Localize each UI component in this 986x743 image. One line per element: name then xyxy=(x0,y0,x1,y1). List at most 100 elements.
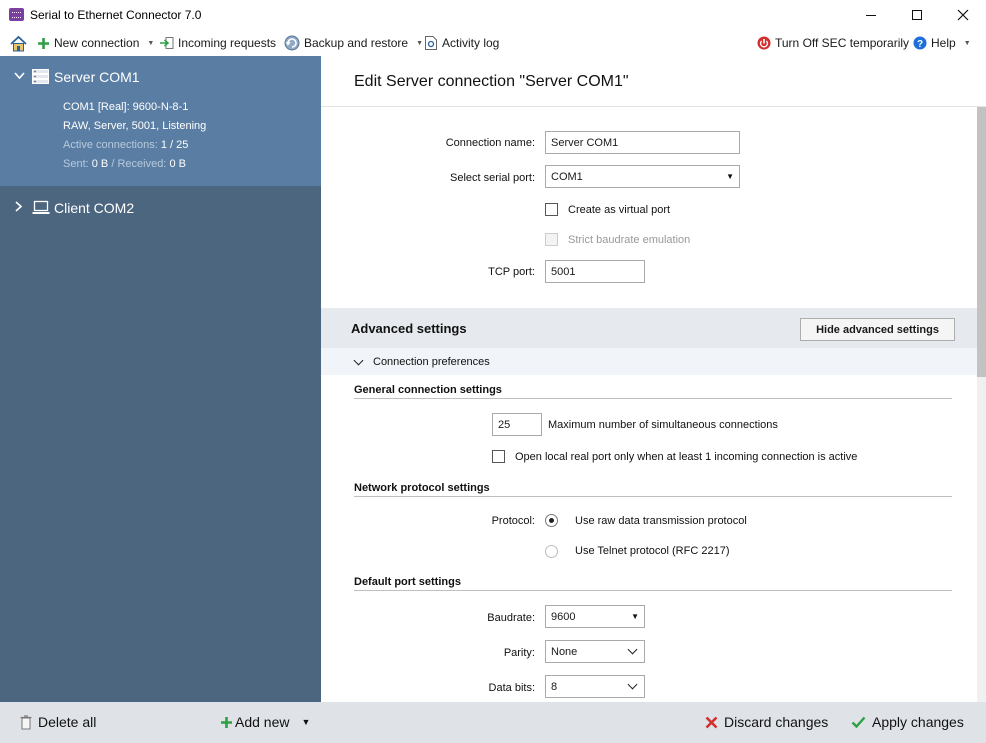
trash-icon xyxy=(20,714,32,729)
incoming-requests-button[interactable]: Incoming requests xyxy=(159,34,276,52)
incoming-requests-label: Incoming requests xyxy=(178,36,277,50)
baudrate-select[interactable]: 9600 ▼ xyxy=(545,605,645,628)
max-connections-field[interactable]: 25 xyxy=(492,413,542,436)
scrollbar-thumb[interactable] xyxy=(977,107,986,377)
traffic-stats: Sent: 0 B / Received: 0 B xyxy=(63,158,186,170)
chevron-down-icon[interactable]: ▼ xyxy=(416,40,423,47)
hide-advanced-settings-button[interactable]: Hide advanced settings xyxy=(800,318,955,341)
open-local-port-label: Open local real port only when at least … xyxy=(515,451,858,463)
server-icon xyxy=(32,69,49,84)
chevron-down-icon[interactable] xyxy=(14,72,25,80)
maximize-icon xyxy=(912,10,922,20)
chevron-right-icon[interactable] xyxy=(15,201,23,212)
home-icon xyxy=(10,35,27,51)
serial-port-label: Select serial port: xyxy=(450,172,535,184)
databits-value: 8 xyxy=(551,680,558,693)
title-bar: Serial to Ethernet Connector 7.0 xyxy=(0,0,986,30)
bottom-action-bar: Discard changes Apply changes xyxy=(321,702,986,743)
active-connections-label: Active connections: xyxy=(63,139,158,151)
baudrate-label: Baudrate: xyxy=(487,612,535,624)
sidebar-item-client-com2[interactable]: Client COM2 xyxy=(0,186,321,228)
add-new-label: Add new xyxy=(235,714,290,730)
active-connections: Active connections: 1 / 25 xyxy=(63,139,188,151)
power-off-icon xyxy=(757,36,771,50)
chevron-down-icon[interactable]: ▼ xyxy=(301,717,310,727)
parity-select[interactable]: None xyxy=(545,640,645,663)
plus-icon xyxy=(38,37,49,49)
activity-log-button[interactable]: Activity log xyxy=(424,34,499,52)
protocol-label: Protocol: xyxy=(491,515,535,527)
advanced-settings-title: Advanced settings xyxy=(351,321,467,336)
connection-name-field[interactable]: Server COM1 xyxy=(545,131,740,154)
svg-text:?: ? xyxy=(917,39,923,50)
chevron-down-icon xyxy=(627,679,638,690)
main-panel: Edit Server connection "Server COM1" Con… xyxy=(321,56,986,702)
serial-port-select[interactable]: COM1 ▼ xyxy=(545,165,740,188)
port-line: COM1 [Real]: 9600-N-8-1 xyxy=(63,101,189,113)
apply-changes-button[interactable]: Apply changes xyxy=(851,714,964,730)
x-icon xyxy=(705,716,718,728)
default-port-heading: Default port settings xyxy=(354,576,461,588)
open-local-port-checkbox[interactable] xyxy=(492,450,505,463)
tcp-port-field[interactable]: 5001 xyxy=(545,260,645,283)
help-label: Help xyxy=(931,36,956,50)
discard-changes-button[interactable]: Discard changes xyxy=(705,714,828,730)
close-icon xyxy=(957,9,969,21)
virtual-port-checkbox[interactable] xyxy=(545,203,558,216)
divider xyxy=(321,106,986,107)
active-connections-value: 1 / 25 xyxy=(160,139,189,151)
apply-changes-label: Apply changes xyxy=(872,714,964,730)
turn-off-button[interactable]: Turn Off SEC temporarily xyxy=(757,34,909,52)
sent-label: Sent: xyxy=(63,158,89,170)
connection-preferences-label: Connection preferences xyxy=(373,356,490,368)
chevron-down-icon[interactable]: ▼ xyxy=(147,40,154,47)
chevron-down-icon[interactable]: ▼ xyxy=(964,40,971,47)
app-icon xyxy=(9,8,24,21)
received-label: Received: xyxy=(117,158,167,170)
databits-select[interactable]: 8 xyxy=(545,675,645,698)
maximize-button[interactable] xyxy=(894,0,940,30)
sent-value: 0 B xyxy=(91,158,109,170)
dropdown-arrow-icon: ▼ xyxy=(726,172,734,181)
virtual-port-label: Create as virtual port xyxy=(568,204,671,216)
sidebar-item-server-com1[interactable]: Server COM1 COM1 [Real]: 9600-N-8-1 RAW,… xyxy=(0,56,321,186)
status-line: RAW, Server, 5001, Listening xyxy=(63,120,207,132)
chevron-down-icon xyxy=(627,644,638,655)
backup-icon xyxy=(284,35,300,51)
strict-baudrate-label: Strict baudrate emulation xyxy=(568,234,691,246)
new-connection-button[interactable]: New connection ▼ xyxy=(37,34,154,52)
raw-protocol-label: Use raw data transmission protocol xyxy=(575,515,747,527)
databits-label: Data bits: xyxy=(488,682,535,694)
new-connection-label: New connection xyxy=(54,36,140,50)
baudrate-value: 9600 xyxy=(551,610,576,623)
activity-log-label: Activity log xyxy=(442,36,500,50)
log-icon xyxy=(425,36,437,50)
connection-name-label: Connection name: xyxy=(445,137,535,149)
connection-name: Client COM2 xyxy=(54,200,135,216)
window-title: Serial to Ethernet Connector 7.0 xyxy=(30,8,202,22)
delete-all-button[interactable]: Delete all xyxy=(20,714,96,730)
discard-changes-label: Discard changes xyxy=(724,714,829,730)
tcp-port-label: TCP port: xyxy=(488,266,535,278)
backup-restore-button[interactable]: Backup and restore ▼ xyxy=(284,34,423,52)
laptop-icon xyxy=(32,200,50,214)
home-button[interactable] xyxy=(9,34,28,52)
sidebar-footer: Delete all Add new ▼ xyxy=(0,702,321,743)
divider xyxy=(354,590,952,591)
help-button[interactable]: ? Help ▼ xyxy=(913,34,971,52)
raw-protocol-radio[interactable] xyxy=(545,514,558,527)
divider xyxy=(354,496,952,497)
add-new-button[interactable]: Add new ▼ xyxy=(220,714,310,730)
dropdown-arrow-icon: ▼ xyxy=(631,612,639,621)
parity-label: Parity: xyxy=(503,647,535,659)
received-value: 0 B xyxy=(169,158,186,170)
telnet-protocol-label: Use Telnet protocol (RFC 2217) xyxy=(575,545,730,557)
telnet-protocol-radio[interactable] xyxy=(545,545,558,558)
strict-baudrate-checkbox[interactable] xyxy=(545,233,558,246)
minimize-button[interactable] xyxy=(848,0,894,30)
delete-all-label: Delete all xyxy=(38,714,97,730)
serial-port-value: COM1 xyxy=(551,170,583,183)
help-icon: ? xyxy=(913,36,927,50)
close-button[interactable] xyxy=(940,0,986,30)
page-title: Edit Server connection "Server COM1" xyxy=(354,73,629,90)
